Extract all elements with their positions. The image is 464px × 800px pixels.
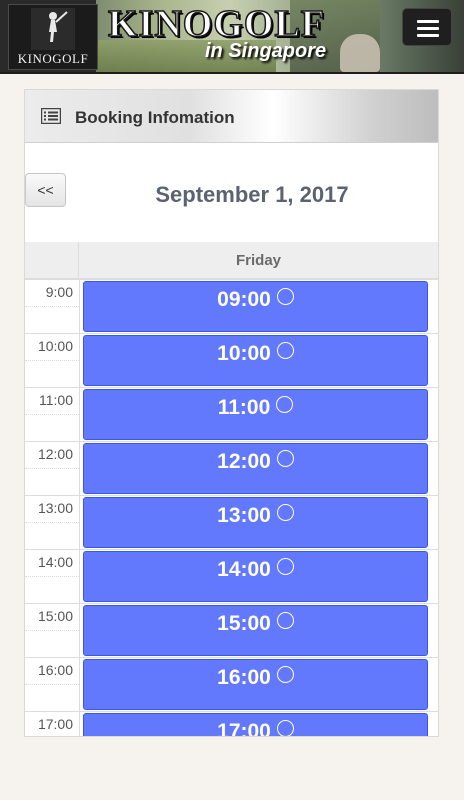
circle-icon bbox=[276, 396, 294, 413]
circle-icon bbox=[276, 450, 294, 467]
hour-gridline bbox=[25, 387, 438, 388]
circle-icon bbox=[276, 666, 294, 683]
half-hour-gridline bbox=[25, 468, 79, 469]
hamburger-icon-bar bbox=[417, 27, 439, 30]
half-hour-gridline bbox=[25, 306, 79, 307]
time-slot-label: 10:00 bbox=[217, 342, 271, 365]
time-slot-button[interactable]: 09:00 bbox=[83, 281, 428, 332]
half-hour-gridline bbox=[25, 684, 79, 685]
kinogolf-logo[interactable]: KINOGOLF bbox=[8, 4, 98, 70]
hour-gridline bbox=[25, 711, 438, 712]
time-gutter-header bbox=[25, 242, 79, 279]
golfer-icon bbox=[31, 8, 75, 50]
time-slot-label: 16:00 bbox=[217, 666, 271, 689]
site-header: KINOGOLF KINOGOLF in Singapore bbox=[0, 0, 464, 74]
circle-icon bbox=[276, 558, 294, 575]
half-hour-gridline bbox=[25, 360, 79, 361]
logo-text: KINOGOLF bbox=[17, 51, 89, 66]
time-slot-button[interactable]: 13:00 bbox=[83, 497, 428, 548]
time-slot-button[interactable]: 14:00 bbox=[83, 551, 428, 602]
half-hour-gridline bbox=[25, 576, 79, 577]
time-slot-button[interactable]: 17:00 bbox=[83, 713, 428, 737]
time-slot-button[interactable]: 15:00 bbox=[83, 605, 428, 656]
time-label: 17:00 bbox=[37, 716, 73, 732]
time-slot-button[interactable]: 10:00 bbox=[83, 335, 428, 386]
list-icon bbox=[41, 108, 61, 124]
circle-icon bbox=[276, 288, 294, 305]
time-slot-label: 11:00 bbox=[217, 396, 271, 419]
half-hour-gridline bbox=[25, 414, 79, 415]
prev-day-button[interactable]: << bbox=[25, 173, 66, 207]
card-header: Booking Infomation bbox=[25, 90, 438, 143]
time-label: 16:00 bbox=[37, 662, 73, 678]
time-slot-label: 13:00 bbox=[217, 504, 271, 527]
card-title: Booking Infomation bbox=[75, 108, 235, 127]
hour-gridline bbox=[25, 441, 438, 442]
day-calendar: Friday 9:00 10:00 11:00 12:00 13:00 14:00 15:0… bbox=[25, 242, 438, 737]
hour-gridline bbox=[25, 333, 438, 334]
time-slot-label: 09:00 bbox=[217, 288, 271, 311]
time-label: 13:00 bbox=[37, 500, 73, 516]
hamburger-icon-bar bbox=[417, 34, 439, 37]
day-column-header: Friday bbox=[79, 242, 438, 279]
time-label: 11:00 bbox=[39, 392, 73, 408]
time-slot-label: 12:00 bbox=[217, 450, 271, 473]
circle-icon bbox=[276, 612, 294, 629]
time-slot-button[interactable]: 16:00 bbox=[83, 659, 428, 710]
site-subtitle: in Singapore bbox=[205, 40, 327, 62]
time-label: 9:00 bbox=[45, 284, 73, 300]
header-photo-person bbox=[340, 34, 380, 72]
time-slot-button[interactable]: 12:00 bbox=[83, 443, 428, 494]
time-slot-button[interactable]: 11:00 bbox=[83, 389, 428, 440]
half-hour-gridline bbox=[25, 630, 79, 631]
circle-icon bbox=[276, 720, 294, 736]
hour-gridline bbox=[25, 549, 438, 550]
hour-gridline bbox=[25, 495, 438, 496]
gutter-divider bbox=[79, 279, 80, 736]
time-label: 10:00 bbox=[37, 338, 73, 354]
time-label: 15:00 bbox=[37, 608, 73, 624]
booking-card: Booking Infomation << September 1, 2017 … bbox=[24, 89, 439, 737]
hour-gridline bbox=[25, 603, 438, 604]
calendar-date-title: September 1, 2017 bbox=[155, 182, 349, 207]
menu-button[interactable] bbox=[402, 8, 452, 46]
hamburger-icon-bar bbox=[417, 20, 439, 23]
time-slot-label: 17:00 bbox=[217, 720, 271, 737]
time-label: 14:00 bbox=[37, 554, 73, 570]
hour-gridline bbox=[25, 657, 438, 658]
time-label: 12:00 bbox=[37, 446, 73, 462]
time-slot-label: 14:00 bbox=[217, 558, 271, 581]
circle-icon bbox=[276, 504, 294, 521]
time-slot-label: 15:00 bbox=[217, 612, 271, 635]
circle-icon bbox=[276, 342, 294, 359]
hour-gridline bbox=[25, 279, 438, 280]
half-hour-gridline bbox=[25, 522, 79, 523]
